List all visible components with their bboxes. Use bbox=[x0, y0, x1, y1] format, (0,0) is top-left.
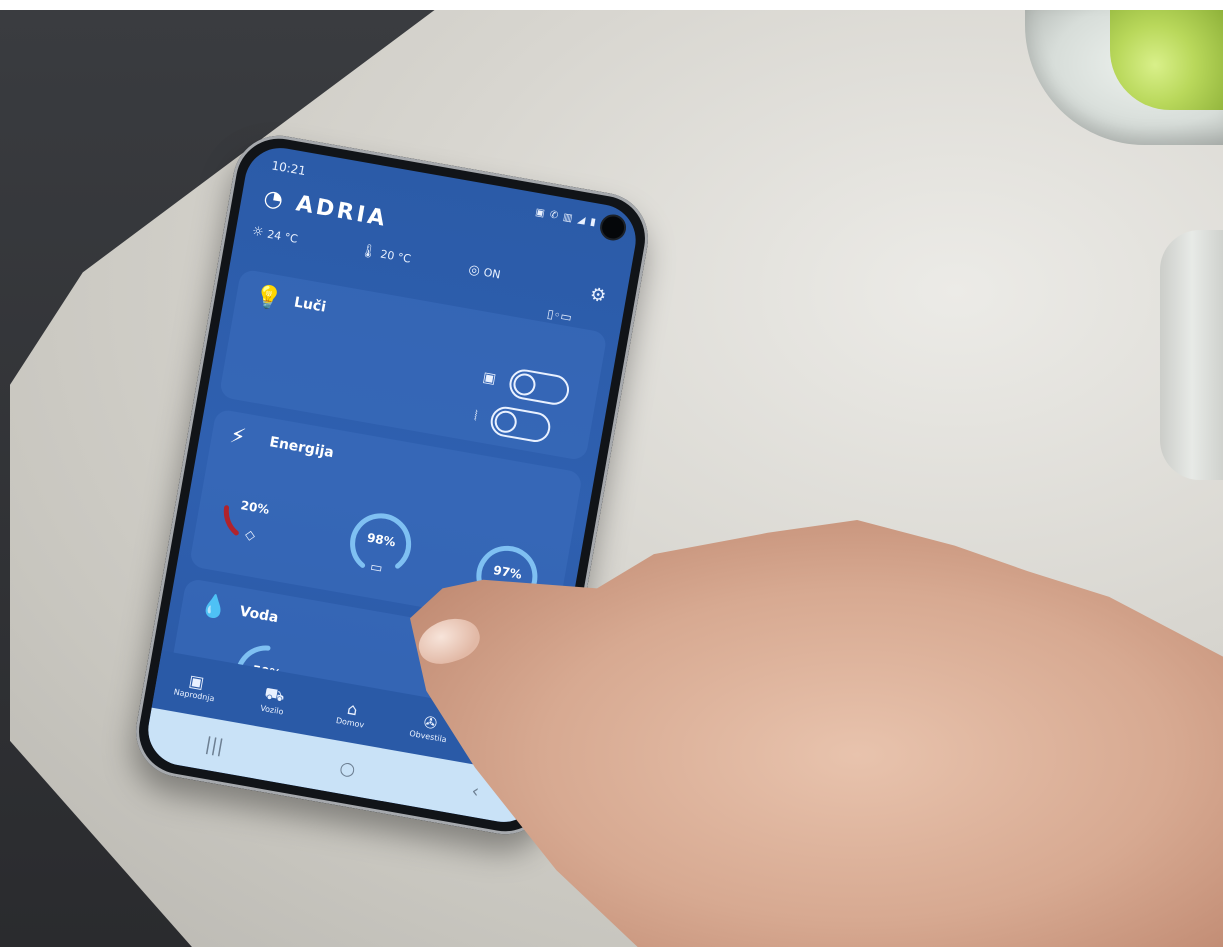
toggle-knob bbox=[492, 409, 519, 435]
energy-gauge-battery[interactable]: 98% ▭ bbox=[340, 503, 421, 584]
image-border bbox=[0, 0, 1223, 10]
front-camera bbox=[600, 214, 626, 241]
adria-logo: ◔ ADRIA bbox=[261, 185, 390, 232]
light-toggle-1[interactable] bbox=[507, 367, 572, 408]
recent-apps-button[interactable]: ||| bbox=[204, 733, 226, 757]
light-toggle-2[interactable] bbox=[488, 404, 553, 445]
back-button[interactable]: ‹ bbox=[470, 780, 481, 802]
water-title: Voda bbox=[238, 603, 280, 627]
phone-link-icon[interactable]: ▯◦▭ bbox=[546, 306, 573, 324]
energy-gauge-gas[interactable]: 20% ◇ bbox=[214, 471, 295, 552]
thermometer-icon: 🌡 bbox=[358, 243, 378, 261]
nav-vehicle[interactable]: ⛟ Vozilo bbox=[237, 679, 311, 721]
climate-status[interactable]: ◎ ON bbox=[467, 262, 501, 282]
status-time: 10:21 bbox=[270, 158, 307, 179]
ambient-light-icon: ⦚ bbox=[472, 408, 479, 425]
energy-title: Energija bbox=[268, 434, 335, 462]
climate-icon: ◎ bbox=[467, 262, 482, 279]
toggle-knob bbox=[511, 371, 538, 398]
nav-home[interactable]: ⌂ Domov bbox=[315, 694, 389, 734]
home-button[interactable]: ○ bbox=[338, 757, 357, 780]
bulb-icon: 💡 bbox=[252, 283, 284, 313]
gear-icon[interactable]: ⚙ bbox=[588, 284, 608, 307]
lights-title: Luči bbox=[292, 294, 328, 316]
water-drop-icon: 💧 bbox=[198, 592, 230, 623]
outside-temp: ☼ 24 °C bbox=[250, 223, 299, 246]
thermometer-outdoor-icon: ☼ bbox=[250, 223, 265, 241]
nav-dashboard[interactable]: ▣ Naprodnja bbox=[159, 666, 233, 706]
status-icons: ▣ ✆ ▥ ◢ ▮ bbox=[534, 206, 598, 229]
photo-scene: 10:21 ▣ ✆ ▥ ◢ ▮ ◔ ADRIA ☼ 24 °C 🌡 20 °C … bbox=[0, 0, 1223, 947]
inside-temp: 🌡 20 °C bbox=[358, 243, 412, 266]
glass-cup bbox=[1160, 230, 1223, 480]
light-toggle-row-1: ▣ bbox=[480, 362, 572, 408]
battery-lightning-icon: ⚡ bbox=[227, 423, 248, 451]
light-toggle-row-2: ⦚ bbox=[472, 401, 553, 445]
awning-light-icon: ▣ bbox=[481, 369, 498, 388]
